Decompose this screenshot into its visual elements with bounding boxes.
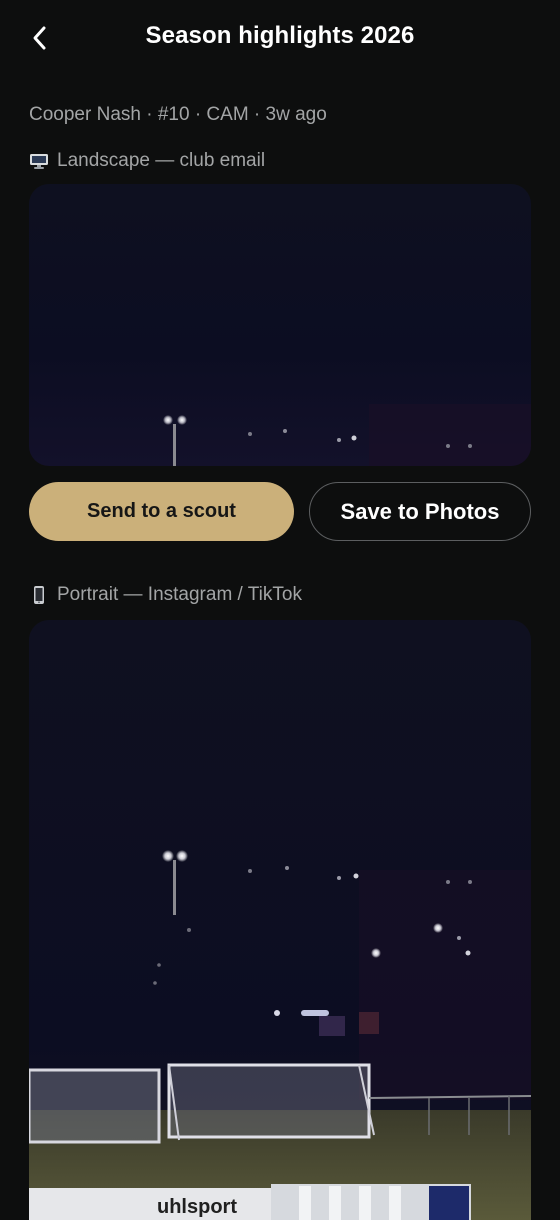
- send-to-scout-button[interactable]: Send to a scout: [29, 482, 294, 541]
- video-meta: Cooper Nash · #10 · CAM · 3w ago: [29, 104, 327, 125]
- portrait-video[interactable]: uhlsport: [29, 620, 531, 1220]
- page-title: Season highlights 2026: [145, 22, 415, 49]
- monitor-icon: [30, 154, 48, 169]
- save-to-photos-button[interactable]: Save to Photos: [309, 482, 531, 541]
- landscape-label: Landscape — club email: [29, 150, 265, 172]
- portrait-label: Portrait — Instagram / TikTok: [29, 584, 302, 606]
- ad-board-text: uhlsport: [157, 1196, 237, 1218]
- portrait-label-text: Portrait — Instagram / TikTok: [57, 584, 302, 605]
- landscape-video[interactable]: [29, 184, 531, 466]
- header: Season highlights 2026: [0, 0, 560, 76]
- phone-icon: [34, 586, 44, 604]
- landscape-label-text: Landscape — club email: [57, 150, 266, 171]
